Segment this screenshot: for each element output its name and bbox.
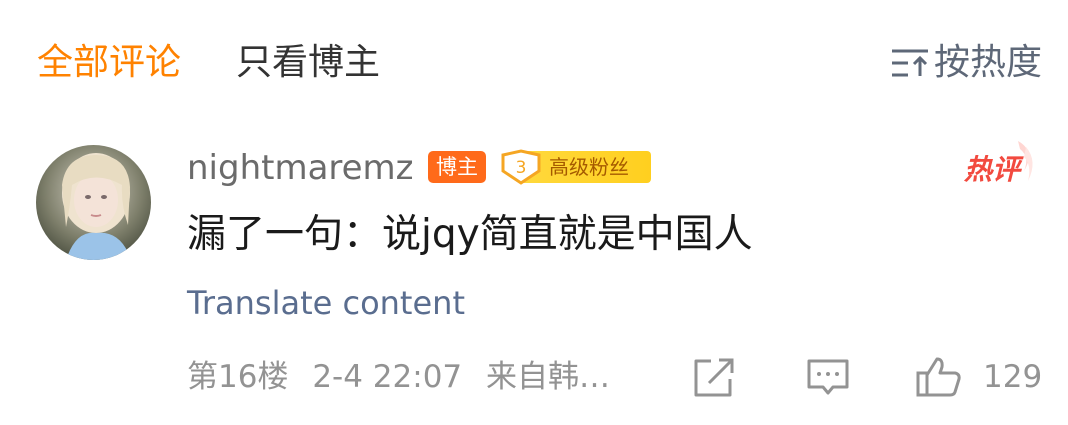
comment-time: 2-4 22:07 [312, 359, 463, 395]
reply-button[interactable] [805, 355, 851, 399]
thumbs-up-icon [916, 357, 961, 397]
share-icon [694, 358, 734, 397]
comment-meta: 第16楼 2-4 22:07 来自韩… [187, 357, 610, 397]
hot-comment-label: 热评 [963, 153, 1024, 186]
share-button[interactable] [691, 355, 737, 399]
username[interactable]: nightmaremz [187, 148, 414, 188]
tab-all-comments[interactable]: 全部评论 [37, 42, 181, 84]
translate-link[interactable]: Translate content [187, 283, 465, 323]
fan-level-diamond-icon: 3 [501, 149, 541, 185]
sort-by-hot-button[interactable]: 按热度 [890, 42, 1042, 84]
floor-number: 第16楼 [187, 359, 289, 395]
tab-blogger-only[interactable]: 只看博主 [236, 42, 380, 84]
avatar[interactable] [36, 145, 151, 260]
comment-tabs: 全部评论 只看博主 按热度 [0, 0, 1068, 125]
fan-badge[interactable]: 3 高级粉丝 [499, 149, 651, 185]
comment-item: nightmaremz 博主 3 高级粉丝 热评 漏了一句：说jqy简直就是中国… [0, 125, 1068, 425]
avatar-image [36, 145, 151, 260]
fan-badge-label: 高级粉丝 [549, 155, 629, 179]
comment-text: 漏了一句：说jqy简直就是中国人 [187, 212, 753, 257]
blogger-badge: 博主 [428, 151, 486, 183]
fan-level-number: 3 [516, 158, 527, 178]
hot-comment-icon: 热评 [963, 141, 1033, 186]
sort-lines-icon [891, 49, 928, 77]
sort-label: 按热度 [933, 42, 1042, 83]
comment-icon [807, 359, 849, 395]
like-button[interactable]: 129 [915, 355, 1045, 399]
like-count: 129 [983, 359, 1043, 395]
comment-source: 来自韩… [486, 359, 610, 395]
